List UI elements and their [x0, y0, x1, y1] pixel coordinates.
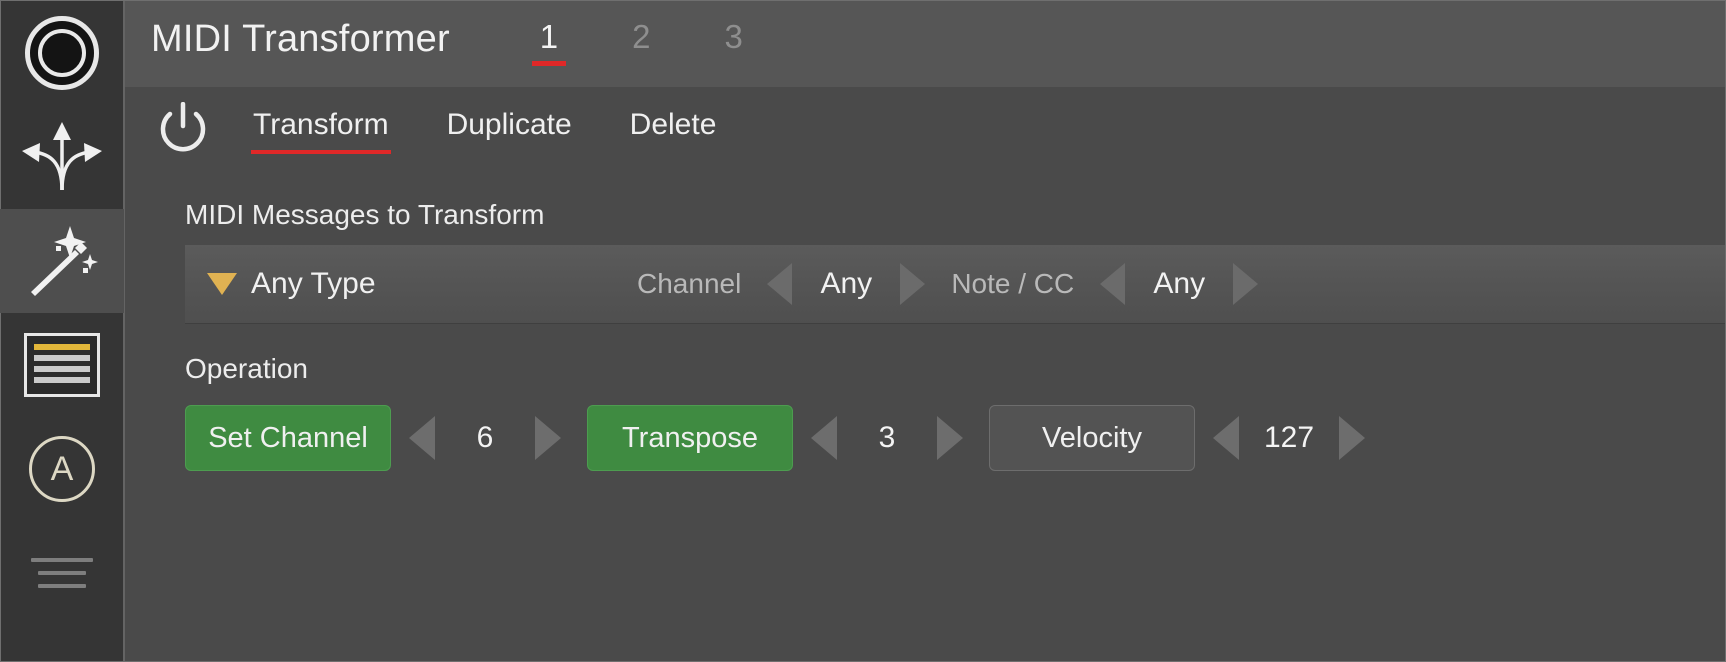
sidebar: A: [0, 1, 125, 661]
tab-transform[interactable]: Transform: [239, 108, 403, 154]
triangle-down-icon: [207, 273, 237, 295]
channel-value[interactable]: Any: [804, 267, 888, 301]
channel-decrement-arrow[interactable]: [767, 263, 793, 305]
note-cc-decrement-arrow[interactable]: [1100, 263, 1126, 305]
sidebar-item-automation[interactable]: A: [0, 417, 124, 521]
event-list-icon: [24, 333, 100, 397]
note-cc-label: Note / CC: [951, 268, 1075, 299]
set-channel-decrement-arrow[interactable]: [409, 416, 435, 460]
channel-label: Channel: [637, 268, 742, 299]
transpose-button[interactable]: Transpose: [587, 405, 793, 471]
transpose-decrement-arrow[interactable]: [811, 416, 837, 460]
operation-set-channel: Set Channel 6: [185, 405, 561, 471]
channel-field: Channel Any: [637, 263, 926, 305]
menu-stack-icon: [29, 549, 95, 597]
midi-messages-heading: MIDI Messages to Transform: [185, 199, 545, 230]
transpose-increment-arrow[interactable]: [937, 416, 963, 460]
header-bar: MIDI Transformer 1 2 3: [125, 1, 1725, 87]
midi-filter-row: Any Type Channel Any Note / CC Any: [185, 245, 1725, 324]
operation-row: Set Channel 6 Transpose 3 Velocity 127: [185, 405, 1725, 471]
set-channel-increment-arrow[interactable]: [535, 416, 561, 460]
operation-transpose: Transpose 3: [587, 405, 963, 471]
power-icon[interactable]: [157, 102, 209, 154]
note-cc-increment-arrow[interactable]: [1233, 263, 1259, 305]
routing-icon: [22, 122, 102, 191]
slot-tab-1[interactable]: 1: [531, 18, 567, 66]
operation-velocity: Velocity 127: [989, 405, 1365, 471]
velocity-value[interactable]: 127: [1251, 421, 1327, 455]
mode-tabs: Transform Duplicate Delete: [239, 108, 730, 154]
sidebar-item-transformer[interactable]: [0, 209, 124, 313]
tab-duplicate[interactable]: Duplicate: [433, 108, 586, 154]
record-icon: [25, 16, 99, 90]
transpose-value[interactable]: 3: [849, 421, 925, 455]
set-channel-value[interactable]: 6: [447, 421, 523, 455]
slot-tab-3[interactable]: 3: [719, 18, 749, 66]
slot-tab-2[interactable]: 2: [626, 18, 656, 66]
message-type-value: Any Type: [251, 267, 376, 300]
midi-transformer-window: A MIDI Transformer 1 2 3 Transform Dupli…: [0, 0, 1726, 662]
tab-delete[interactable]: Delete: [616, 108, 731, 154]
auto-a-icon: A: [29, 436, 95, 502]
set-channel-button[interactable]: Set Channel: [185, 405, 391, 471]
message-type-selector[interactable]: Any Type: [207, 267, 637, 301]
velocity-decrement-arrow[interactable]: [1213, 416, 1239, 460]
channel-increment-arrow[interactable]: [900, 263, 926, 305]
sidebar-item-routing[interactable]: [0, 105, 124, 209]
note-cc-field: Note / CC Any: [951, 263, 1259, 305]
magic-wand-icon: [31, 226, 98, 296]
sidebar-item-record[interactable]: [0, 1, 124, 105]
operation-heading: Operation: [185, 353, 308, 384]
main-panel: MIDI Transformer 1 2 3 Transform Duplica…: [125, 1, 1725, 661]
velocity-increment-arrow[interactable]: [1339, 416, 1365, 460]
note-cc-value[interactable]: Any: [1137, 267, 1221, 301]
velocity-button[interactable]: Velocity: [989, 405, 1195, 471]
sidebar-item-event-list[interactable]: [0, 313, 124, 417]
sidebar-item-menu[interactable]: [0, 521, 124, 625]
slot-tabs: 1 2 3: [531, 18, 749, 66]
page-title: MIDI Transformer: [151, 18, 450, 60]
mode-bar: Transform Duplicate Delete: [125, 87, 1725, 169]
